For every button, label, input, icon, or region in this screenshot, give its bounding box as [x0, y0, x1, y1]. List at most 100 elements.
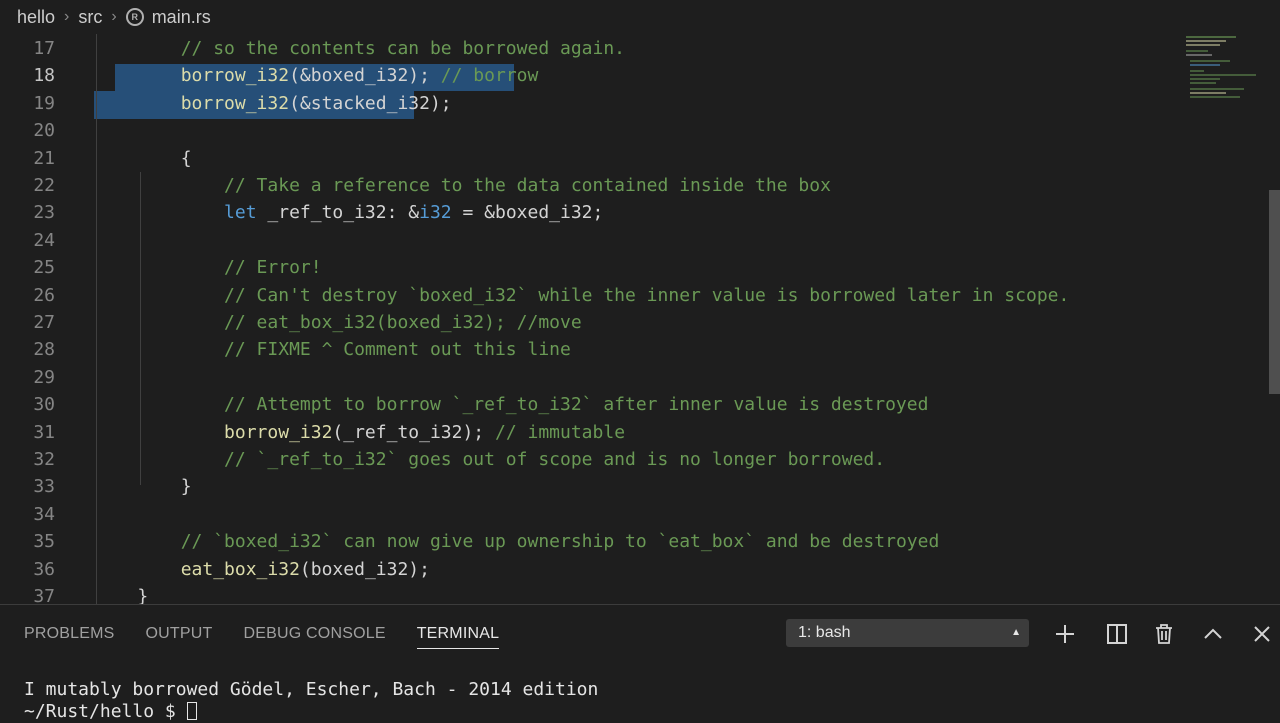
code-text: // eat_box_i32(boxed_i32); //move [94, 309, 582, 336]
plus-icon [1056, 625, 1074, 643]
code-line[interactable]: 26 // Can't destroy `boxed_i32` while th… [0, 282, 1268, 309]
line-number: 19 [33, 92, 55, 114]
code-line[interactable]: 32 // `_ref_to_i32` goes out of scope an… [0, 446, 1268, 473]
tab-output[interactable]: OUTPUT [146, 605, 213, 663]
code-token: // Take a reference to the data containe… [224, 175, 831, 196]
code-line[interactable]: 19 borrow_i32(&stacked_i32); [0, 90, 1268, 117]
kill-terminal-button[interactable] [1153, 623, 1175, 645]
terminal-output[interactable]: I mutably borrowed Gödel, Escher, Bach -… [24, 679, 598, 723]
terminal-line: I mutably borrowed Gödel, Escher, Bach -… [24, 679, 599, 700]
code-token: // `boxed_i32` can now give up ownership… [180, 531, 940, 553]
tab-terminal[interactable]: TERMINAL [416, 605, 500, 663]
chevron-right-icon: › [64, 8, 70, 25]
code-line[interactable]: 29 [0, 364, 1268, 391]
code-text: borrow_i32(&stacked_i32); [94, 90, 452, 117]
code-line[interactable]: 31 borrow_i32(_ref_to_i32); // immutable [0, 419, 1268, 446]
split-terminal-button[interactable] [1106, 623, 1128, 645]
line-number: 20 [33, 120, 55, 142]
line-number: 34 [33, 503, 55, 525]
breadcrumb-item-hello[interactable]: hello [17, 7, 55, 28]
line-number: 23 [33, 202, 55, 224]
code-line[interactable]: 34 [0, 501, 1268, 528]
code-text: { [94, 145, 192, 172]
code-line[interactable]: 22 // Take a reference to the data conta… [0, 172, 1268, 199]
code-line[interactable]: 30 // Attempt to borrow `_ref_to_i32` af… [0, 391, 1268, 418]
code-text: // Attempt to borrow `_ref_to_i32` after… [94, 391, 928, 418]
code-line[interactable]: 28 // FIXME ^ Comment out this line [0, 336, 1268, 363]
maximize-panel-button[interactable] [1202, 623, 1224, 645]
minimap[interactable] [1182, 34, 1262, 104]
code-line[interactable]: 35 // `boxed_i32` can now give up owners… [0, 528, 1268, 555]
code-token: // eat_box_i32(boxed_i32); //move [224, 312, 582, 333]
code-token: // Can't destroy `boxed_i32` while the i… [224, 284, 1070, 306]
breadcrumb-item-src[interactable]: src [78, 7, 102, 28]
code-token: // Error! [224, 257, 322, 279]
code-token: } [94, 586, 149, 604]
code-token: } [94, 476, 192, 498]
line-number: 22 [33, 175, 55, 196]
code-token: _ref_to_i32: & [256, 202, 420, 224]
code-text: // `boxed_i32` can now give up ownership… [94, 528, 940, 555]
close-icon [1254, 626, 1270, 642]
line-number: 30 [33, 394, 55, 416]
code-line[interactable]: 17 // so the contents can be borrowed ag… [0, 35, 1268, 62]
line-number: 33 [33, 476, 55, 498]
code-token: borrow_i32 [224, 421, 333, 443]
chevron-right-icon: › [111, 8, 117, 25]
code-line[interactable]: 20 [0, 117, 1268, 144]
line-number: 35 [33, 531, 55, 553]
new-terminal-button[interactable] [1054, 623, 1076, 645]
editor-scrollbar-thumb[interactable] [1269, 190, 1280, 394]
code-token: (&stacked_i32); [289, 92, 452, 114]
code-token: i32 [419, 202, 452, 224]
code-text: // Error! [94, 254, 322, 281]
line-number: 27 [33, 312, 55, 333]
code-text: // Can't destroy `boxed_i32` while the i… [94, 282, 1069, 309]
code-line[interactable]: 23 let _ref_to_i32: &i32 = &boxed_i32; [0, 199, 1268, 226]
panel-tabs: PROBLEMS OUTPUT DEBUG CONSOLE TERMINAL [24, 605, 530, 663]
code-line[interactable]: 25 // Error! [0, 254, 1268, 281]
line-number: 26 [33, 284, 55, 306]
code-text: // so the contents can be borrowed again… [94, 35, 625, 62]
close-panel-button[interactable] [1251, 623, 1273, 645]
code-line[interactable]: 18 borrow_i32(&boxed_i32); // borrow [0, 62, 1268, 89]
code-text: eat_box_i32(boxed_i32); [94, 556, 430, 583]
code-text: // Take a reference to the data containe… [94, 172, 831, 199]
code-token: (_ref_to_i32); [332, 421, 495, 443]
code-token: // so the contents can be borrowed again… [180, 38, 626, 59]
code-text: borrow_i32(_ref_to_i32); // immutable [94, 419, 625, 446]
trash-icon [1156, 624, 1172, 644]
code-token: (&boxed_i32); [289, 65, 441, 87]
breadcrumb-item-file[interactable]: main.rs [152, 7, 211, 28]
code-line[interactable]: 36 eat_box_i32(boxed_i32); [0, 556, 1268, 583]
tab-debug-console[interactable]: DEBUG CONSOLE [244, 605, 386, 663]
code-line[interactable]: 37 } [0, 583, 1268, 604]
code-token: // Attempt to borrow `_ref_to_i32` after… [224, 394, 929, 416]
rust-file-icon: R [125, 8, 144, 26]
code-editor[interactable]: 17 // so the contents can be borrowed ag… [0, 34, 1268, 604]
terminal-select[interactable]: 1: bash ▲ [786, 619, 1029, 647]
code-line[interactable]: 33 } [0, 473, 1268, 500]
code-token: = &boxed_i32; [451, 202, 604, 224]
code-token: borrow_i32 [180, 92, 290, 114]
terminal-prompt: ~/Rust/hello $ [24, 701, 187, 722]
code-line[interactable]: 21 { [0, 145, 1268, 172]
select-arrows-icon: ▲ [1011, 627, 1021, 638]
line-number: 17 [33, 38, 55, 59]
code-token: // `_ref_to_i32` goes out of scope and i… [224, 449, 886, 470]
line-number: 24 [33, 229, 55, 251]
code-line[interactable]: 27 // eat_box_i32(boxed_i32); //move [0, 309, 1268, 336]
code-line[interactable]: 24 [0, 227, 1268, 254]
line-number: 36 [33, 558, 55, 580]
code-text: let _ref_to_i32: &i32 = &boxed_i32; [94, 199, 603, 226]
tab-problems[interactable]: PROBLEMS [24, 605, 115, 663]
